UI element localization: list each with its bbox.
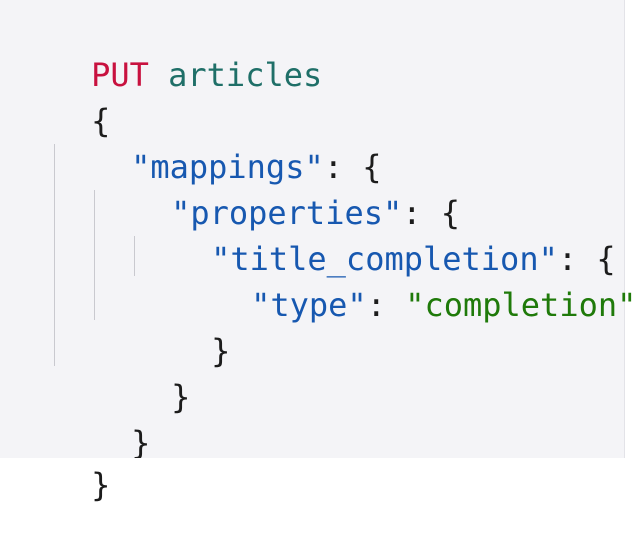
request-line: PUT articles: [14, 6, 322, 94]
code-line-type: "type": "completion": [174, 236, 634, 324]
page-background: [0, 458, 634, 468]
indent-guide: [134, 236, 135, 276]
indent-guide: [54, 144, 55, 366]
code-line-close-properties: }: [94, 328, 190, 416]
brace: }: [171, 378, 191, 416]
code-line-title-completion: "title_completion": {: [134, 190, 616, 278]
code-line-open-root: {: [14, 52, 110, 140]
code-line-close-mappings: }: [54, 374, 150, 462]
code-editor[interactable]: PUT articles { "mappings": { "properties…: [0, 0, 634, 504]
code-line-mappings: "mappings": {: [54, 98, 381, 186]
json-value-completion: "completion": [405, 286, 634, 324]
code-line-properties: "properties": {: [94, 144, 460, 232]
brace: }: [211, 332, 231, 370]
code-line-close-root: }: [14, 416, 110, 504]
request-path: articles: [168, 56, 323, 94]
code-line-close-title-completion: }: [134, 282, 230, 370]
indent-guide: [94, 190, 95, 320]
separator: :: [366, 286, 406, 324]
json-key-type: "type": [251, 286, 367, 324]
brace: }: [91, 466, 111, 504]
brace: }: [131, 424, 151, 462]
